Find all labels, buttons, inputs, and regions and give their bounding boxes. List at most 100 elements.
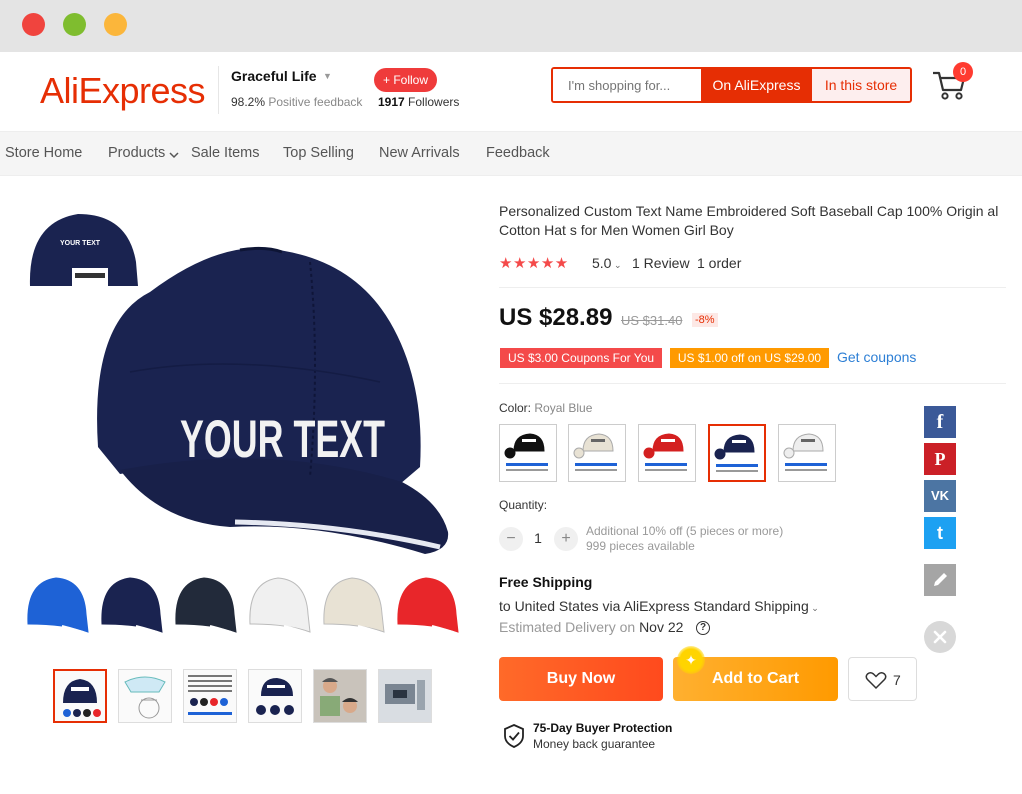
thumbnail-2[interactable] xyxy=(118,669,172,723)
store-followers: 1917 Followers xyxy=(378,95,459,109)
discount-badge: -8% xyxy=(692,313,718,327)
nav-top-selling[interactable]: Top Selling xyxy=(283,145,354,161)
divider xyxy=(499,287,1006,288)
color-option-1[interactable] xyxy=(499,424,557,482)
cap-swatch-1[interactable] xyxy=(27,577,89,635)
chevron-down-icon[interactable] xyxy=(169,152,179,159)
cap-back-view-image: YOUR TEXT xyxy=(29,214,138,286)
nav-store-home[interactable]: Store Home xyxy=(5,145,82,161)
color-option-3[interactable] xyxy=(638,424,696,482)
nav-new-arrivals[interactable]: New Arrivals xyxy=(379,145,460,161)
current-price: US $28.89 xyxy=(499,304,613,331)
quantity-label: Quantity: xyxy=(499,498,548,512)
main-cap-text: YOUR TEXT xyxy=(180,410,385,468)
color-option-2[interactable] xyxy=(568,424,626,482)
divider xyxy=(499,383,1006,384)
thumbnail-3[interactable] xyxy=(183,669,237,723)
feedback-label: Positive feedback xyxy=(268,95,363,109)
search-on-aliexpress-button[interactable]: On AliExpress xyxy=(701,69,812,101)
vk-share-button[interactable]: VK xyxy=(924,480,956,512)
header-divider xyxy=(218,66,219,114)
wishlist-button[interactable]: 7 xyxy=(848,657,917,701)
cap-color-swatches[interactable] xyxy=(26,574,466,640)
zoom-window-button[interactable] xyxy=(63,13,86,36)
original-price: US $31.40 xyxy=(621,313,683,328)
order-count: 1 order xyxy=(697,255,742,271)
quantity-note: Additional 10% off (5 pieces or more) 999… xyxy=(586,524,783,554)
store-coupon[interactable]: US $3.00 Coupons For You xyxy=(500,348,662,368)
cap-swatch-2[interactable] xyxy=(101,577,163,635)
search-in-store-button[interactable]: In this store xyxy=(812,69,910,101)
sparkle-icon: ✦ xyxy=(677,646,705,674)
close-window-button[interactable] xyxy=(22,13,45,36)
thumbnail-caps-image xyxy=(256,678,294,715)
aliexpress-logo[interactable]: AliExpress xyxy=(40,70,206,112)
twitter-share-button[interactable]: t xyxy=(924,517,956,549)
thumbnail-5[interactable] xyxy=(313,669,367,723)
quantity-value[interactable]: 1 xyxy=(530,530,546,546)
cap-swatch-6[interactable] xyxy=(397,577,459,635)
chevron-down-icon[interactable]: ▼ xyxy=(323,71,332,81)
estimated-delivery: Estimated Delivery on Nov 22 xyxy=(499,619,683,635)
pencil-icon xyxy=(934,573,947,586)
stock-note: 999 pieces available xyxy=(586,539,695,553)
review-count[interactable]: 1 Review xyxy=(632,255,690,271)
minimize-window-button[interactable] xyxy=(104,13,127,36)
shield-check-icon xyxy=(504,724,524,748)
wishlist-count: 7 xyxy=(893,672,901,688)
cart-count-badge: 0 xyxy=(953,62,973,82)
close-share-button[interactable] xyxy=(924,621,956,653)
thumbnail-4[interactable] xyxy=(248,669,302,723)
cap-swatch-4[interactable] xyxy=(249,577,311,635)
color-option-image xyxy=(783,433,827,471)
search-input[interactable] xyxy=(553,69,701,101)
quantity-decrease-button[interactable]: − xyxy=(499,527,523,551)
window-titlebar xyxy=(0,0,1022,52)
inset-cap-text: YOUR TEXT xyxy=(60,240,101,247)
delivery-label: Estimated Delivery on xyxy=(499,619,636,635)
shipping-title: Free Shipping xyxy=(499,574,593,590)
color-option-image xyxy=(643,433,687,471)
help-icon[interactable]: ? xyxy=(696,621,710,635)
product-title: Personalized Custom Text Name Embroidere… xyxy=(499,203,999,238)
cap-swatch-5[interactable] xyxy=(323,577,385,635)
color-label-text: Color: xyxy=(499,401,532,415)
shipping-destination-text: to United States via AliExpress Standard… xyxy=(499,598,809,614)
thumbnail-diagram-image xyxy=(124,676,166,719)
color-option-image xyxy=(714,434,758,472)
thumbnail-people-image xyxy=(314,670,366,722)
rating-value[interactable]: 5.0 ⌄ xyxy=(592,255,622,271)
buyer-protection-subtitle: Money back guarantee xyxy=(533,737,656,751)
rating-number: 5.0 xyxy=(592,255,612,271)
select-coupon[interactable]: US $1.00 off on US $29.00 xyxy=(670,348,829,368)
shipping-destination[interactable]: to United States via AliExpress Standard… xyxy=(499,598,819,614)
store-feedback: 98.2% Positive feedback xyxy=(231,95,362,109)
thumbnail-fonts-image xyxy=(188,675,232,715)
cap-front-view-image: YOUR TEXT xyxy=(97,246,449,554)
color-option-4[interactable] xyxy=(708,424,766,482)
search-bar: On AliExpress In this store xyxy=(551,67,912,103)
edit-button[interactable] xyxy=(924,564,956,596)
get-coupons-link[interactable]: Get coupons xyxy=(837,349,916,365)
color-label: Color: Royal Blue xyxy=(499,401,592,415)
pinterest-share-button[interactable]: P xyxy=(924,443,956,475)
color-option-5[interactable] xyxy=(778,424,836,482)
thumbnail-1[interactable] xyxy=(53,669,107,723)
cap-swatch-3[interactable] xyxy=(175,577,237,635)
nav-sale-items[interactable]: Sale Items xyxy=(191,145,260,161)
thumbnail-6[interactable] xyxy=(378,669,432,723)
product-main-image[interactable]: YOUR TEXT YOUR TEXT xyxy=(20,202,485,572)
quantity-increase-button[interactable]: + xyxy=(554,527,578,551)
follow-button[interactable]: + Follow xyxy=(374,68,437,92)
nav-feedback[interactable]: Feedback xyxy=(486,145,550,161)
facebook-share-button[interactable]: f xyxy=(924,406,956,438)
color-image-row xyxy=(26,574,466,640)
store-nav: Store Home Products Sale Items Top Selli… xyxy=(0,131,1022,176)
close-icon xyxy=(933,630,947,644)
heart-icon xyxy=(865,672,887,690)
store-name[interactable]: Graceful Life xyxy=(231,68,317,84)
store-page: AliExpress Graceful Life ▼ 98.2% Positiv… xyxy=(0,52,1022,794)
nav-products[interactable]: Products xyxy=(108,145,165,161)
buy-now-button[interactable]: Buy Now xyxy=(499,657,663,701)
thumbnail-workshop-image xyxy=(379,670,431,722)
